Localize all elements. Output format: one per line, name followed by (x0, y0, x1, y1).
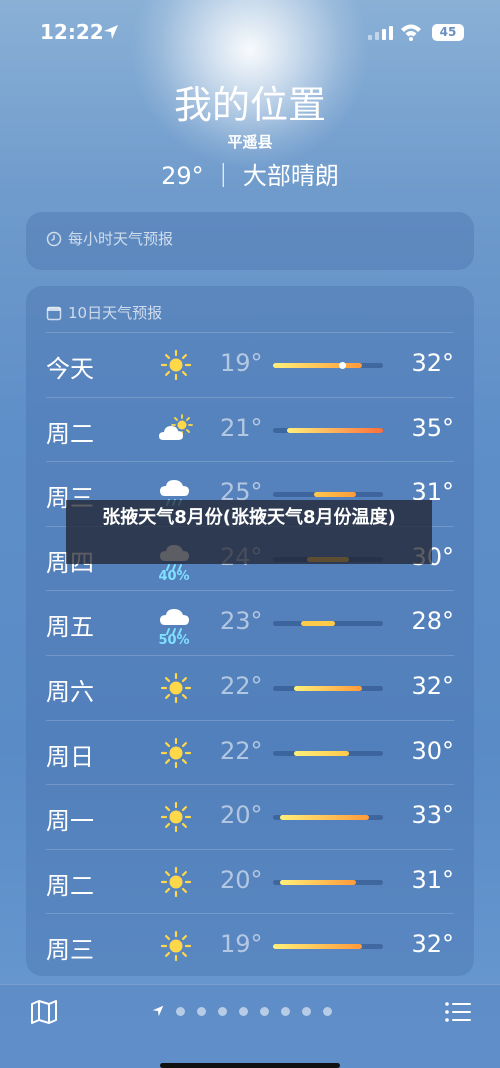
low-temp: 22° (220, 736, 263, 765)
battery-icon: 45 (432, 24, 464, 41)
forecast-rows: 今天 19° 32° 周二 21° 35° 周三 25° 31° 周四 40% … (26, 332, 474, 978)
temp-range-fill (279, 815, 370, 821)
low-temp: 19° (220, 930, 263, 959)
sun-icon (156, 926, 196, 966)
article-title-overlay: 张掖天气8月份(张掖天气8月份温度) (66, 500, 432, 564)
clock-icon (46, 231, 62, 246)
status-time: 12:22 (40, 20, 104, 44)
sun-icon (156, 345, 196, 385)
temp-range-bar (273, 879, 383, 885)
day-label: 周三 (46, 936, 94, 965)
temp-range-bar (273, 750, 383, 756)
low-temp: 23° (220, 607, 263, 636)
location-arrow-icon (152, 1005, 164, 1017)
map-icon[interactable] (30, 999, 58, 1025)
location-header: 我的位置 平遥县 29° ｜ 大部晴朗 (0, 70, 500, 191)
wifi-icon (401, 24, 421, 41)
cellular-signal-icon (368, 26, 393, 40)
temp-range-fill (286, 427, 383, 433)
forecast-row[interactable]: 今天 19° 32° (46, 332, 454, 397)
temp-range-fill (314, 492, 356, 498)
page-dot (323, 1006, 332, 1016)
sun-icon (156, 797, 196, 837)
temp-range-fill (273, 362, 363, 369)
high-temp: 31° (411, 865, 454, 894)
high-temp: 28° (411, 607, 454, 636)
precip-chance: 40% (158, 568, 190, 584)
high-temp: 32° (411, 930, 454, 959)
sun-icon (156, 862, 196, 902)
page-indicator[interactable] (152, 1005, 332, 1017)
day-label: 周二 (46, 871, 94, 900)
temp-range-bar (273, 621, 383, 627)
temp-range-fill (279, 879, 356, 885)
forecast-row[interactable]: 周六 22° 32° (46, 654, 454, 720)
page-dot (260, 1006, 269, 1016)
current-conditions: 29° ｜ 大部晴朗 (161, 162, 339, 190)
current-temp-dot (338, 362, 346, 369)
forecast-row[interactable]: 周三 19° 32° (46, 913, 454, 978)
home-indicator (160, 1063, 340, 1068)
partly-cloudy-icon (156, 410, 196, 450)
precip-chance: 50% (158, 633, 190, 649)
ten-day-forecast-card[interactable]: 10日天气预报 今天 19° 32° 周二 21° 35° 周三 25° 31°… (26, 286, 474, 976)
forecast-row[interactable]: 周一 20° 33° (46, 784, 454, 849)
temp-range-bar (273, 427, 383, 433)
day-label: 周二 (46, 419, 94, 448)
temp-range-fill (293, 685, 363, 691)
page-dot (281, 1006, 290, 1016)
page-dot (302, 1006, 311, 1016)
page-dot (176, 1006, 185, 1016)
temp-range-fill (273, 944, 363, 950)
forecast-row[interactable]: 周日 22° 30° (46, 719, 454, 785)
day-label: 周日 (46, 742, 94, 771)
low-temp: 19° (220, 349, 263, 377)
temp-range-bar (273, 362, 383, 369)
hourly-forecast-label: 每小时天气预报 (68, 230, 174, 248)
high-temp: 32° (411, 349, 454, 377)
ten-day-forecast-label: 10日天气预报 (68, 304, 163, 322)
low-temp: 20° (220, 801, 263, 830)
page-dot (239, 1006, 248, 1016)
temp-range-bar (273, 685, 383, 691)
forecast-row[interactable]: 周二 21° 35° (46, 396, 454, 462)
day-label: 今天 (46, 355, 94, 383)
temp-range-bar (273, 944, 383, 950)
high-temp: 35° (411, 413, 454, 442)
calendar-icon (46, 306, 62, 320)
temp-range-bar (273, 815, 383, 821)
hourly-forecast-card[interactable]: 每小时天气预报 (26, 212, 474, 270)
page-dot (218, 1006, 227, 1016)
forecast-row[interactable]: 周二 20° 31° (46, 848, 454, 914)
forecast-row[interactable]: 周五 50% 23° 28° (46, 590, 454, 655)
location-arrow-icon (104, 25, 118, 39)
day-label: 周五 (46, 613, 94, 642)
page-dot (197, 1006, 206, 1016)
sun-icon (156, 733, 196, 773)
location-name: 平遥县 (227, 133, 273, 151)
low-temp: 22° (220, 671, 263, 700)
status-bar: 12:22 45 (0, 0, 500, 60)
day-label: 周六 (46, 677, 94, 706)
temp-range-fill (293, 750, 349, 756)
temp-range-bar (273, 492, 383, 498)
temp-range-fill (300, 621, 335, 627)
sun-icon (156, 668, 196, 708)
high-temp: 30° (411, 736, 454, 765)
list-icon[interactable] (444, 999, 472, 1025)
low-temp: 21° (220, 413, 263, 442)
high-temp: 33° (411, 801, 454, 830)
high-temp: 32° (411, 671, 454, 700)
location-title: 我的位置 (173, 83, 326, 127)
day-label: 周一 (46, 807, 94, 836)
low-temp: 20° (220, 865, 263, 894)
bottom-toolbar (0, 984, 500, 1068)
